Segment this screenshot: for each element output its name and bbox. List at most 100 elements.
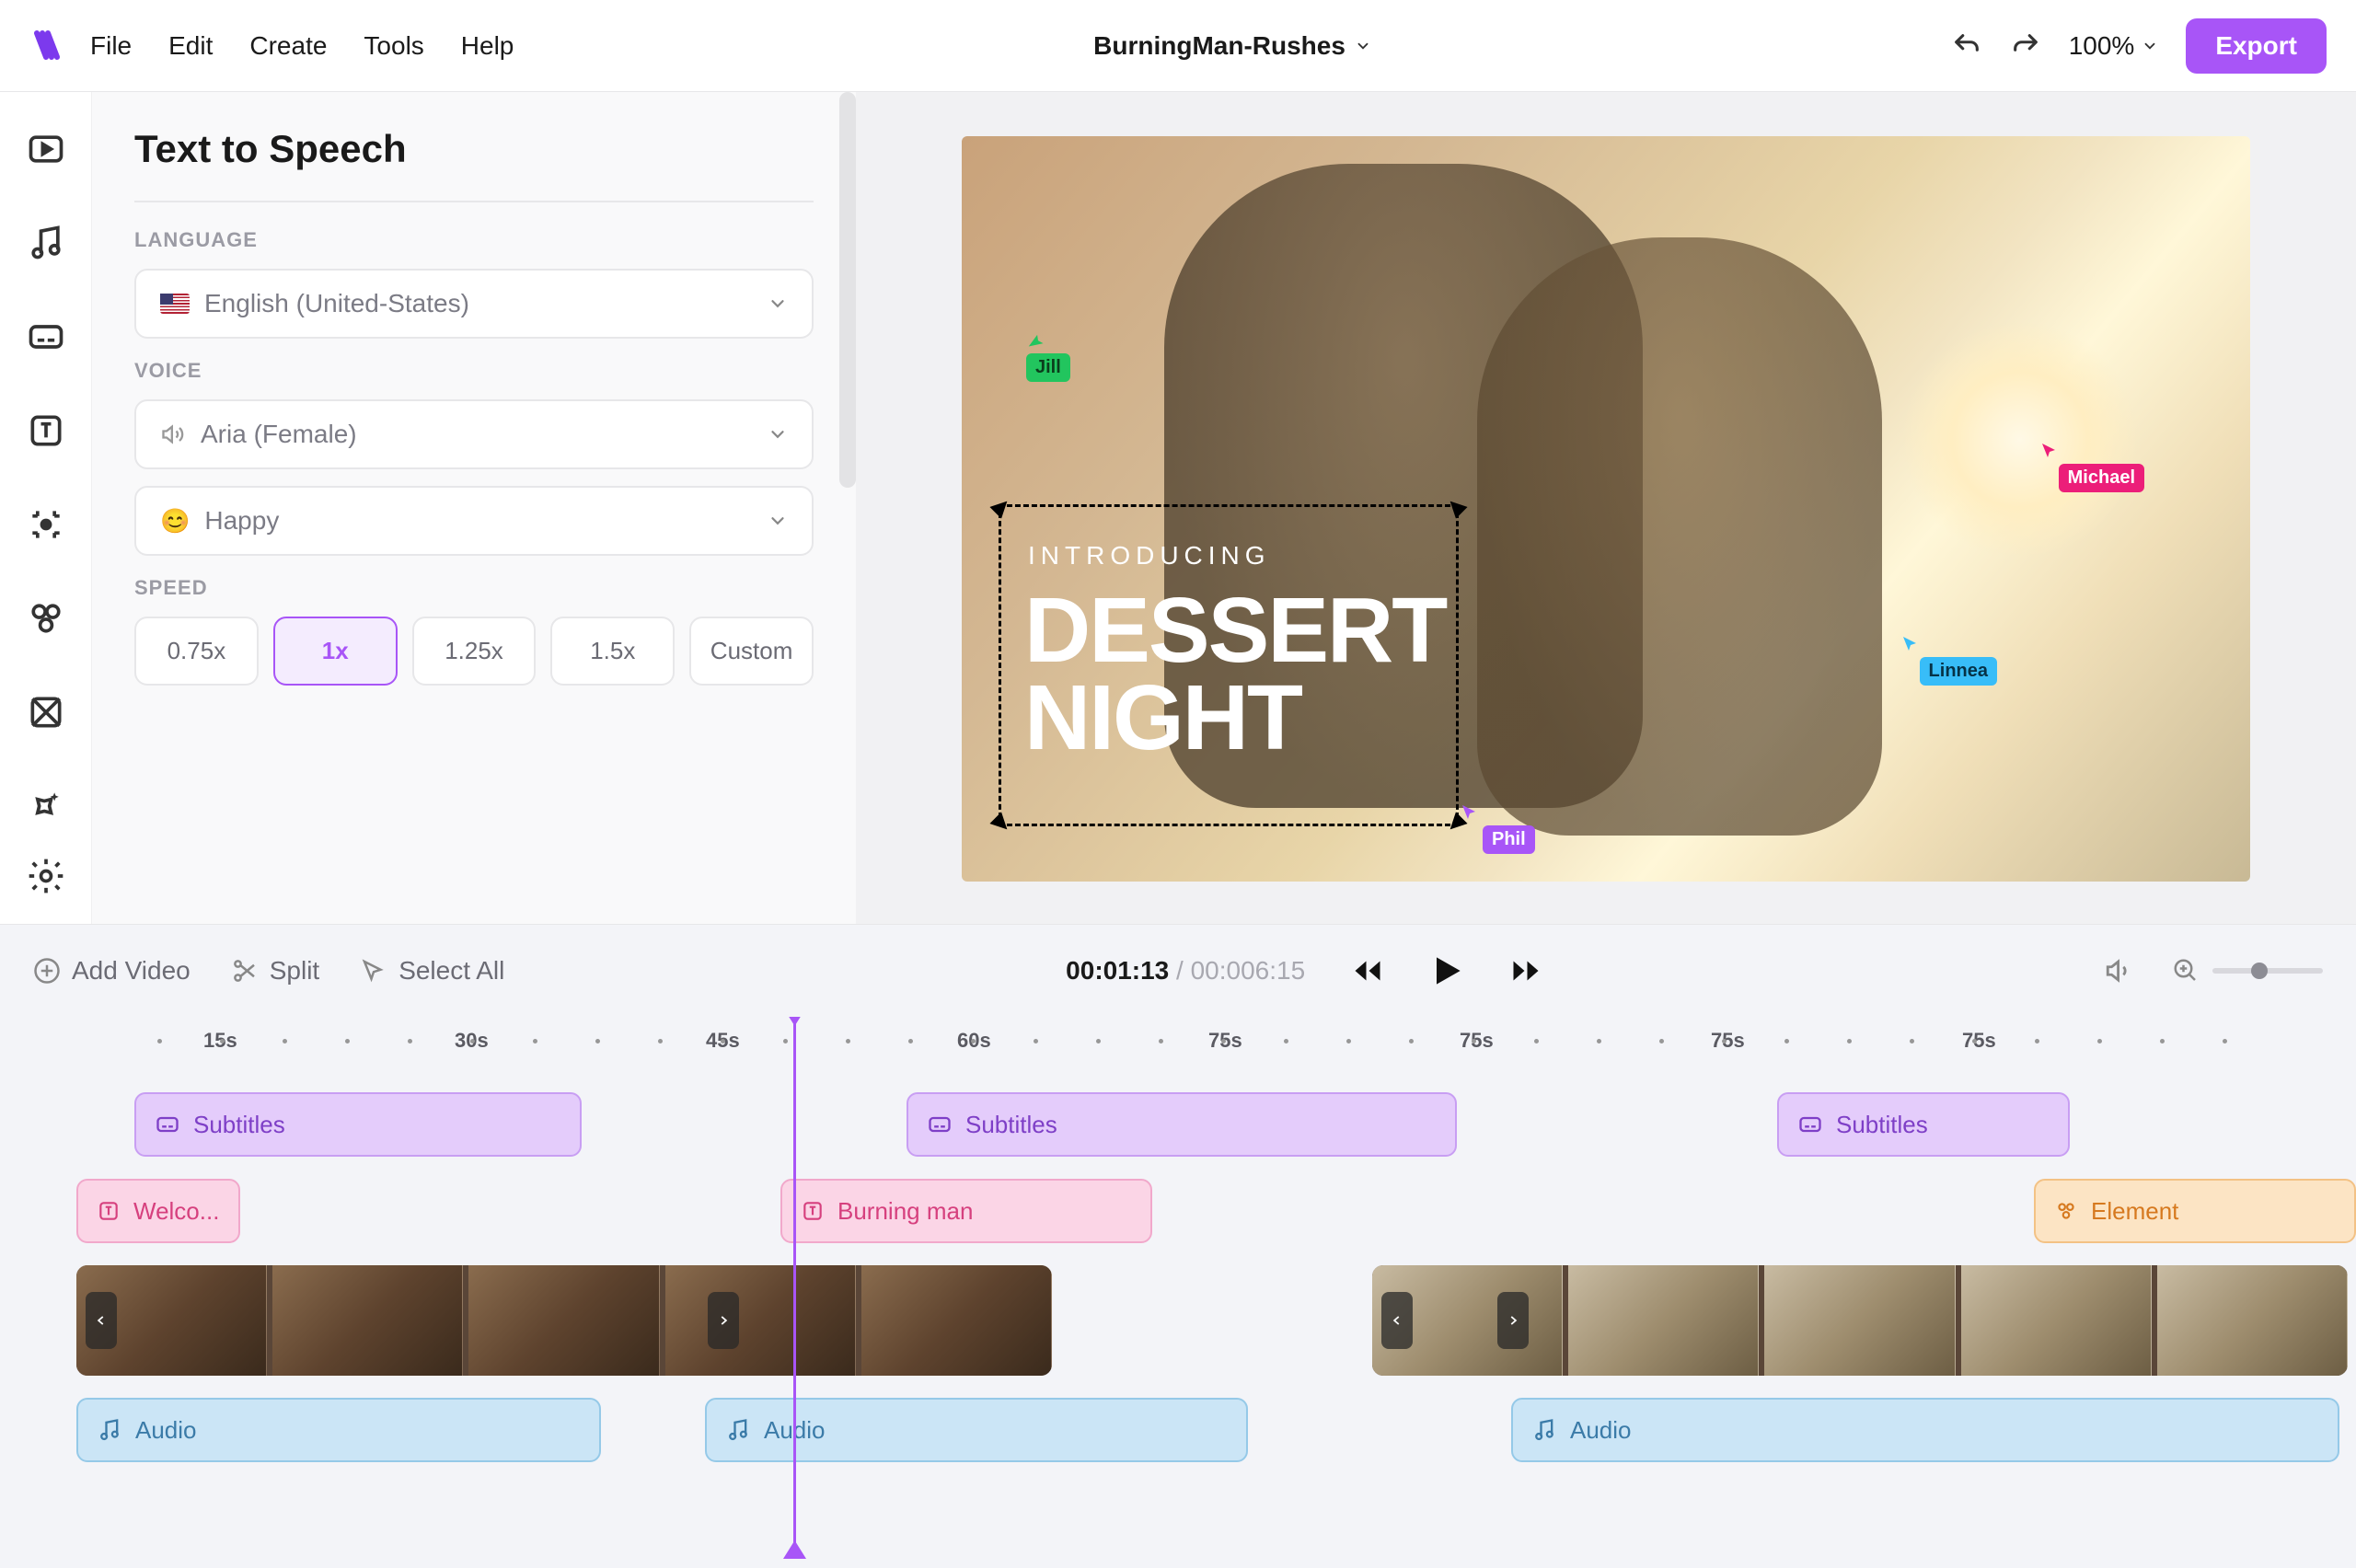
preview-canvas[interactable]: INTRODUCING DESSERT NIGHT Jill Michael L… (962, 136, 2250, 882)
music-icon (97, 1417, 122, 1443)
elements-tab-icon[interactable] (26, 598, 66, 639)
collab-cursor-linnea: Linnea (1900, 633, 1997, 686)
text-icon (97, 1199, 121, 1223)
chevron-down-icon (768, 511, 788, 531)
subtitle-clip[interactable]: Subtitles (134, 1092, 582, 1157)
cursor-label: Jill (1026, 353, 1070, 382)
subtitle-clip[interactable]: Subtitles (907, 1092, 1457, 1157)
collab-cursor-jill: Jill (1026, 329, 1070, 382)
audio-clip[interactable]: Audio (76, 1398, 601, 1462)
speed-1[interactable]: 1x (273, 617, 398, 686)
element-clip[interactable]: Element (2034, 1179, 2356, 1243)
clip-trim-left[interactable] (1381, 1292, 1413, 1349)
voice-select[interactable]: Aria (Female) (134, 399, 814, 469)
chevron-down-icon (1355, 38, 1371, 54)
cursor-label: Linnea (1920, 657, 1997, 686)
overlay-title-text: DESSERT NIGHT (1024, 587, 1446, 762)
chevron-down-icon (2142, 38, 2158, 54)
chevron-down-icon (768, 294, 788, 314)
speaker-icon (160, 421, 186, 447)
emoji-icon: 😊 (160, 507, 190, 536)
clip-trim-left[interactable] (86, 1292, 117, 1349)
video-clip-2[interactable] (1372, 1265, 2348, 1376)
cursor-icon (1900, 633, 1922, 655)
timeline-ruler[interactable]: 15s30s45s60s75s75s75s75s (33, 1017, 2323, 1065)
audio-clip[interactable]: Audio (1511, 1398, 2339, 1462)
ruler-tick: 75s (1711, 1029, 1745, 1053)
play-button[interactable] (1426, 951, 1467, 991)
split-button[interactable]: Split (231, 956, 319, 986)
music-icon (1531, 1417, 1557, 1443)
settings-icon[interactable] (26, 856, 66, 896)
subtitle-tab-icon[interactable] (26, 317, 66, 357)
add-video-button[interactable]: Add Video (33, 956, 191, 986)
menu-create[interactable]: Create (249, 31, 327, 61)
speed-1-25[interactable]: 1.25x (412, 617, 537, 686)
preview-area: INTRODUCING DESSERT NIGHT Jill Michael L… (856, 92, 2356, 924)
subtitle-icon (1797, 1112, 1823, 1137)
clip-trim-right[interactable] (1497, 1292, 1529, 1349)
speed-custom[interactable]: Custom (689, 617, 814, 686)
menu-help[interactable]: Help (461, 31, 514, 61)
collab-cursor-michael: Michael (2038, 440, 2144, 492)
overlay-intro-text: INTRODUCING (1028, 541, 1271, 571)
slider-track[interactable] (2212, 968, 2323, 974)
speed-options: 0.75x 1x 1.25x 1.5x Custom (134, 617, 814, 686)
audio-clip[interactable]: Audio (705, 1398, 1248, 1462)
fast-forward-button[interactable] (1509, 954, 1542, 987)
panel-scrollbar[interactable] (839, 92, 856, 488)
text-tab-icon[interactable] (26, 410, 66, 451)
chevron-down-icon (768, 424, 788, 444)
handle-tl[interactable] (989, 495, 1012, 518)
timeline-zoom-slider[interactable] (2172, 957, 2323, 985)
speed-1-5[interactable]: 1.5x (550, 617, 675, 686)
record-tab-icon[interactable] (26, 504, 66, 545)
timecode: 00:01:13 / 00:006:15 (1066, 956, 1305, 986)
handle-bl[interactable] (989, 812, 1012, 835)
emotion-value: Happy (204, 506, 768, 536)
volume-button[interactable] (2104, 955, 2135, 986)
effects-tab-icon[interactable] (26, 692, 66, 732)
audio-track[interactable]: Audio Audio Audio (33, 1398, 2323, 1462)
redo-button[interactable] (2010, 30, 2041, 62)
clip-trim-right[interactable] (708, 1292, 739, 1349)
video-clip-1[interactable] (76, 1265, 1052, 1376)
ruler-tick: 75s (1962, 1029, 1996, 1053)
project-title-dropdown[interactable]: BurningMan-Rushes (514, 31, 1950, 61)
cursor-label: Phil (1483, 825, 1535, 854)
flag-us-icon (160, 294, 190, 314)
menu-tools[interactable]: Tools (364, 31, 423, 61)
cursor-icon (1459, 801, 1481, 824)
subtitle-clip[interactable]: Subtitles (1777, 1092, 2070, 1157)
language-select[interactable]: English (United-States) (134, 269, 814, 339)
media-tab-icon[interactable] (26, 129, 66, 169)
video-track[interactable] (33, 1265, 2323, 1376)
audio-tab-icon[interactable] (26, 223, 66, 263)
tts-panel: Text to Speech Language English (United-… (92, 92, 856, 924)
text-clip-welcome[interactable]: Welco... (76, 1179, 240, 1243)
timeline-body[interactable]: 15s30s45s60s75s75s75s75s Subtitles Subti… (0, 1017, 2356, 1568)
undo-button[interactable] (1951, 30, 1982, 62)
cursor-icon (2038, 440, 2061, 462)
elements-icon (2054, 1199, 2078, 1223)
speed-0-75[interactable]: 0.75x (134, 617, 259, 686)
zoom-dropdown[interactable]: 100% (2069, 31, 2159, 61)
playhead[interactable] (793, 1017, 796, 1553)
menu-edit[interactable]: Edit (168, 31, 213, 61)
text-track[interactable]: Welco... Burning man Element (33, 1179, 2323, 1243)
music-icon (725, 1417, 751, 1443)
rewind-button[interactable] (1351, 954, 1384, 987)
main-menu: File Edit Create Tools Help (90, 31, 514, 61)
collab-cursor-phil: Phil (1459, 801, 1535, 854)
slider-thumb[interactable] (2251, 963, 2268, 979)
select-all-button[interactable]: Select All (360, 956, 504, 986)
cursor-icon (1026, 329, 1048, 352)
menu-file[interactable]: File (90, 31, 132, 61)
subtitle-track[interactable]: Subtitles Subtitles Subtitles (33, 1092, 2323, 1157)
language-label: Language (134, 228, 814, 252)
emotion-select[interactable]: 😊 Happy (134, 486, 814, 556)
text-clip-burning-man[interactable]: Burning man (780, 1179, 1152, 1243)
ai-tab-icon[interactable] (26, 786, 66, 826)
zoom-value: 100% (2069, 31, 2135, 61)
export-button[interactable]: Export (2186, 18, 2327, 74)
